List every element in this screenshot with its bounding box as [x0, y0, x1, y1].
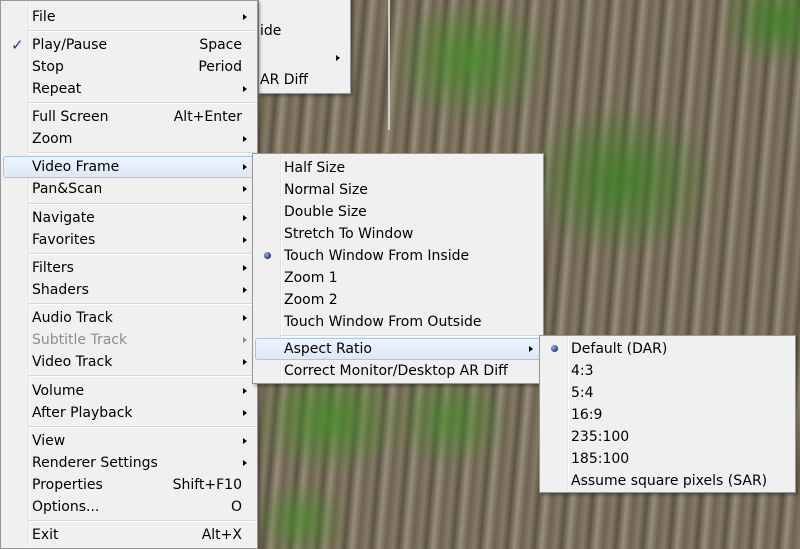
- separator: [29, 520, 255, 522]
- background-menu-item: AR Diff: [260, 72, 309, 88]
- submenu-arrow-icon: [243, 265, 247, 271]
- submenu-arrow-icon: [243, 460, 247, 466]
- menu-item-file[interactable]: File: [3, 6, 255, 28]
- menu-item-zoom-1[interactable]: Zoom 1: [255, 267, 541, 289]
- menu-item-play-pause[interactable]: ✓ Play/Pause Space: [3, 34, 255, 56]
- separator: [29, 30, 255, 32]
- submenu-arrow-icon: [529, 346, 533, 352]
- menu-item-volume[interactable]: Volume: [3, 380, 255, 402]
- submenu-arrow-icon: [243, 86, 247, 92]
- menu-item-235-100[interactable]: 235:100: [542, 426, 793, 448]
- submenu-arrow-icon: [243, 388, 247, 394]
- separator: [29, 375, 255, 377]
- submenu-arrow-icon: [336, 55, 340, 61]
- menu-item-audio-track[interactable]: Audio Track: [3, 307, 255, 329]
- menu-item-185-100[interactable]: 185:100: [542, 448, 793, 470]
- radio-bullet-icon: [551, 345, 558, 352]
- menu-item-aspect-ratio[interactable]: Aspect Ratio: [255, 338, 541, 360]
- background-menu-item: [261, 47, 348, 69]
- menu-item-exit[interactable]: Exit Alt+X: [3, 524, 255, 546]
- vertical-divider: [388, 0, 390, 130]
- menu-item-half-size[interactable]: Half Size: [255, 157, 541, 179]
- menu-item-touch-window-from-inside[interactable]: Touch Window From Inside: [255, 245, 541, 267]
- submenu-arrow-icon: [243, 237, 247, 243]
- submenu-arrow-icon: [243, 186, 247, 192]
- menu-item-double-size[interactable]: Double Size: [255, 201, 541, 223]
- separator: [29, 426, 255, 428]
- menu-item-normal-size[interactable]: Normal Size: [255, 179, 541, 201]
- radio-bullet-icon: [264, 252, 271, 259]
- menu-item-assume-square-pixels[interactable]: Assume square pixels (SAR): [542, 470, 793, 492]
- menu-item-repeat[interactable]: Repeat: [3, 78, 255, 100]
- menu-item-5-4[interactable]: 5:4: [542, 382, 793, 404]
- submenu-arrow-icon: [243, 287, 247, 293]
- separator: [281, 335, 541, 337]
- menu-item-view[interactable]: View: [3, 430, 255, 452]
- menu-item-video-frame[interactable]: Video Frame: [3, 156, 255, 178]
- separator: [29, 102, 255, 104]
- menu-item-options[interactable]: Options... O: [3, 496, 255, 518]
- submenu-arrow-icon: [243, 164, 247, 170]
- submenu-arrow-icon: [243, 14, 247, 20]
- menu-item-default-dar[interactable]: Default (DAR): [542, 338, 793, 360]
- separator: [29, 152, 255, 154]
- menu-item-filters[interactable]: Filters: [3, 257, 255, 279]
- menu-item-full-screen[interactable]: Full Screen Alt+Enter: [3, 106, 255, 128]
- menu-item-renderer-settings[interactable]: Renderer Settings: [3, 452, 255, 474]
- menu-item-correct-monitor-ar-diff[interactable]: Correct Monitor/Desktop AR Diff: [255, 360, 541, 382]
- menu-item-stretch-to-window[interactable]: Stretch To Window: [255, 223, 541, 245]
- menu-item-shaders[interactable]: Shaders: [3, 279, 255, 301]
- menu-item-navigate[interactable]: Navigate: [3, 207, 255, 229]
- menu-item-stop[interactable]: Stop Period: [3, 56, 255, 78]
- menu-item-favorites[interactable]: Favorites: [3, 229, 255, 251]
- menu-item-16-9[interactable]: 16:9: [542, 404, 793, 426]
- submenu-arrow-icon: [243, 337, 247, 343]
- submenu-arrow-icon: [243, 315, 247, 321]
- menu-item-zoom[interactable]: Zoom: [3, 128, 255, 150]
- menu-item-zoom-2[interactable]: Zoom 2: [255, 289, 541, 311]
- context-menu: File ✓ Play/Pause Space Stop Period Repe…: [0, 0, 258, 549]
- separator: [29, 303, 255, 305]
- menu-item-touch-window-from-outside[interactable]: Touch Window From Outside: [255, 311, 541, 333]
- menu-item-pan-scan[interactable]: Pan&Scan: [3, 178, 255, 200]
- submenu-arrow-icon: [243, 438, 247, 444]
- submenu-arrow-icon: [243, 410, 247, 416]
- background-menu: ide AR Diff: [258, 0, 351, 94]
- menu-item-subtitle-track: Subtitle Track: [3, 329, 255, 351]
- menu-item-4-3[interactable]: 4:3: [542, 360, 793, 382]
- video-frame-submenu: Half Size Normal Size Double Size Stretc…: [252, 153, 544, 384]
- aspect-ratio-submenu: Default (DAR) 4:3 5:4 16:9 235:100 185:1…: [539, 335, 796, 493]
- menu-item-video-track[interactable]: Video Track: [3, 351, 255, 373]
- menu-item-properties[interactable]: Properties Shift+F10: [3, 474, 255, 496]
- submenu-arrow-icon: [243, 136, 247, 142]
- menu-item-after-playback[interactable]: After Playback: [3, 402, 255, 424]
- submenu-arrow-icon: [243, 215, 247, 221]
- separator: [29, 203, 255, 205]
- checkmark-icon: ✓: [11, 36, 24, 54]
- background-menu-item: ide: [260, 23, 282, 39]
- separator: [29, 253, 255, 255]
- submenu-arrow-icon: [243, 359, 247, 365]
